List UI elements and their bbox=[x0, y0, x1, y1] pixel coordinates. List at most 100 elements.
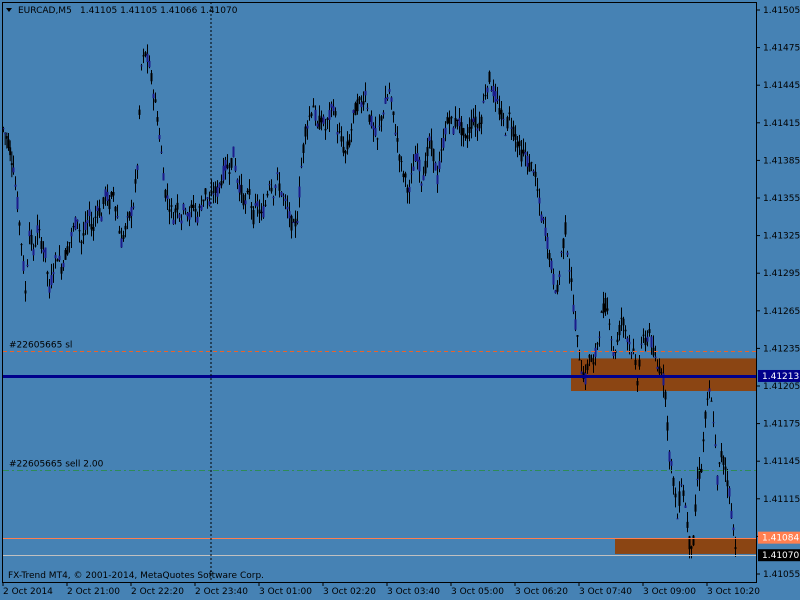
candle-body bbox=[304, 126, 307, 137]
candle-body bbox=[298, 186, 301, 198]
candle-body bbox=[520, 149, 523, 162]
candle-body bbox=[640, 343, 643, 345]
candle-body bbox=[12, 167, 15, 173]
candle-body bbox=[682, 490, 685, 496]
candle-body bbox=[422, 175, 425, 181]
candle-body bbox=[176, 202, 179, 210]
candle-body bbox=[244, 200, 247, 205]
candle-body bbox=[204, 188, 207, 195]
candle-body bbox=[442, 137, 445, 148]
candle-body bbox=[340, 136, 343, 142]
candle-body bbox=[418, 159, 421, 172]
candle-body bbox=[562, 238, 565, 249]
candle-body bbox=[492, 86, 495, 97]
candle-body bbox=[96, 206, 99, 212]
candle-body bbox=[412, 166, 415, 171]
y-tick-label: 1.41115 bbox=[763, 495, 800, 505]
candle-body bbox=[726, 480, 729, 487]
price-badge-label: 1.41084 bbox=[762, 534, 799, 544]
candle-body bbox=[528, 162, 531, 172]
candle-body bbox=[684, 505, 687, 508]
price-chart[interactable]: #22605665 sl #22605665 sell 2.00 EURCAD,M… bbox=[0, 0, 800, 600]
candle-body bbox=[538, 197, 541, 204]
candle-body bbox=[666, 422, 669, 431]
candle-body bbox=[58, 255, 61, 261]
candle-body bbox=[78, 230, 81, 232]
candle-body bbox=[658, 366, 661, 374]
candle-body bbox=[192, 204, 195, 209]
candle-body bbox=[732, 527, 735, 531]
candle-body bbox=[208, 201, 211, 206]
candle-body bbox=[5, 136, 8, 139]
ohlc-values: 1.41105 1.41105 1.41066 1.41070 bbox=[80, 6, 238, 16]
candle-body bbox=[112, 191, 115, 196]
candle-body bbox=[164, 189, 167, 198]
candle-body bbox=[638, 359, 641, 367]
candle-body bbox=[430, 140, 433, 149]
price-badge: 1.41213 bbox=[758, 369, 800, 382]
y-tick-label: 1.41415 bbox=[763, 119, 800, 129]
candle-body bbox=[452, 127, 455, 135]
candle-body bbox=[184, 209, 187, 211]
x-tick-label: 2 Oct 2014 bbox=[3, 587, 53, 597]
candle-body bbox=[260, 211, 263, 214]
candle-body bbox=[706, 398, 709, 400]
candle-body bbox=[604, 298, 607, 313]
candle-body bbox=[138, 109, 141, 115]
y-tick-label: 1.41055 bbox=[763, 570, 800, 580]
x-tick-label: 3 Oct 05:00 bbox=[451, 587, 504, 597]
y-tick-label: 1.41445 bbox=[763, 81, 800, 91]
candle-body bbox=[558, 274, 561, 278]
candle-body bbox=[474, 116, 477, 128]
candle-body bbox=[526, 155, 529, 167]
candle-body bbox=[226, 164, 229, 169]
candle-body bbox=[566, 252, 569, 255]
candle-body bbox=[292, 222, 295, 224]
candle-body bbox=[578, 359, 581, 361]
candle-body bbox=[36, 225, 39, 233]
candle-body bbox=[288, 211, 291, 219]
candle-body bbox=[194, 208, 197, 212]
candle-body bbox=[324, 128, 327, 131]
candle-body bbox=[50, 275, 53, 286]
candle-body bbox=[206, 197, 209, 199]
candle-body bbox=[360, 102, 363, 108]
candle-body bbox=[470, 119, 473, 129]
candle-body bbox=[62, 262, 65, 268]
candle-body bbox=[52, 272, 55, 275]
candle-body bbox=[512, 126, 515, 137]
x-tick-label: 2 Oct 23:40 bbox=[195, 587, 248, 597]
y-tick-label: 1.41235 bbox=[763, 344, 800, 354]
candle-body bbox=[216, 187, 219, 197]
candle-body bbox=[646, 336, 649, 342]
candle-body bbox=[600, 311, 603, 313]
candle-body bbox=[196, 216, 199, 223]
candle bbox=[354, 101, 357, 116]
candle-body bbox=[696, 478, 699, 481]
candle-body bbox=[586, 363, 589, 371]
candle-body bbox=[446, 116, 449, 124]
candle-body bbox=[22, 261, 25, 271]
candle-body bbox=[74, 217, 77, 230]
candle-body bbox=[438, 160, 441, 169]
candle-body bbox=[332, 106, 335, 112]
candle-body bbox=[28, 230, 31, 237]
candle-body bbox=[594, 347, 597, 357]
candle-body bbox=[182, 203, 185, 211]
candle-body bbox=[408, 186, 411, 193]
candle-body bbox=[396, 138, 399, 142]
candle-body bbox=[480, 116, 483, 124]
candle-body bbox=[622, 318, 625, 326]
candle-body bbox=[572, 304, 575, 312]
candle-body bbox=[454, 117, 457, 127]
candle-body bbox=[380, 116, 383, 121]
candle bbox=[488, 70, 491, 85]
candle-body bbox=[294, 218, 297, 227]
candle-body bbox=[308, 115, 311, 117]
candle-body bbox=[214, 186, 217, 194]
candle-body bbox=[238, 184, 241, 193]
candle-body bbox=[334, 111, 337, 116]
x-tick-label: 3 Oct 09:00 bbox=[643, 587, 696, 597]
candle-body bbox=[678, 491, 681, 506]
candle-body bbox=[342, 146, 345, 153]
